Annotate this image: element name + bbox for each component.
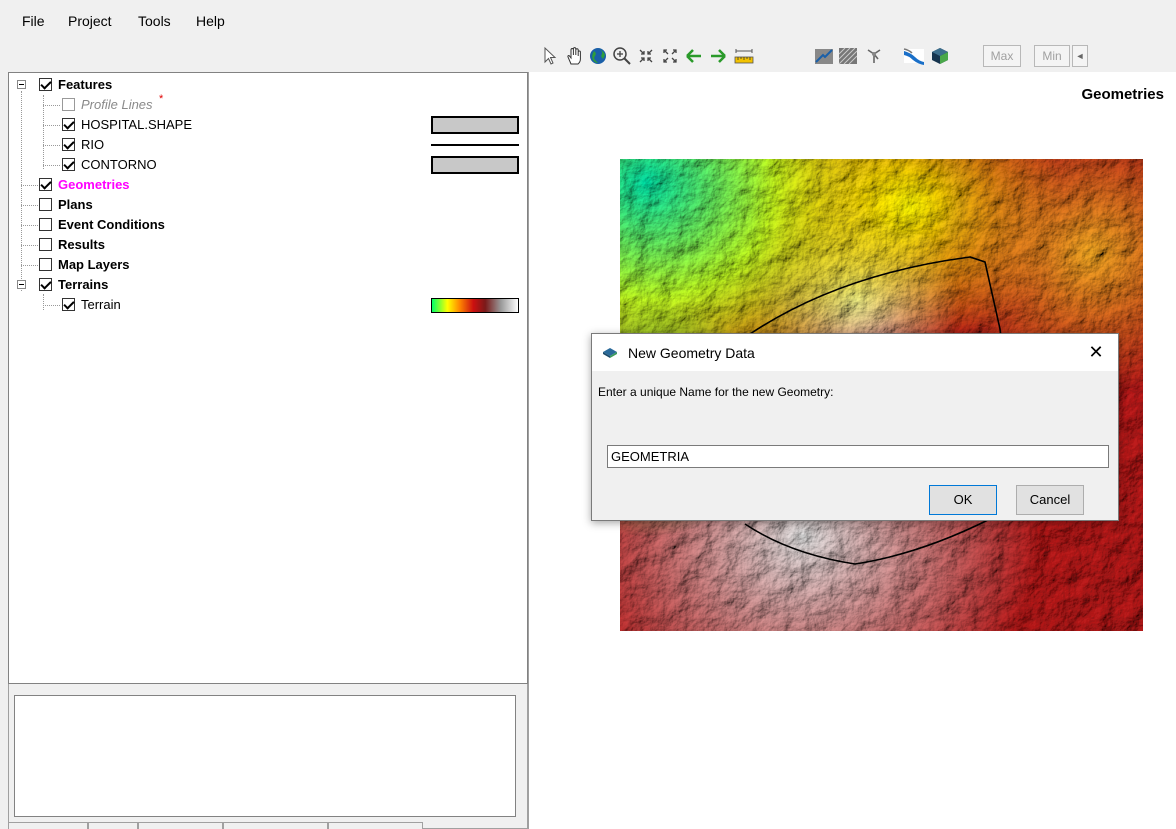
terrains-checkbox[interactable] [39,278,52,291]
map-layers-checkbox[interactable] [39,258,52,271]
bottom-tab[interactable] [223,822,328,829]
dialog-prompt: Enter a unique Name for the new Geometry… [598,385,834,399]
bottom-tab-strip [8,822,428,829]
info-textbox[interactable] [14,695,516,817]
plans-checkbox[interactable] [39,198,52,211]
geometry-app-icon [603,348,617,358]
features-checkbox[interactable] [39,78,52,91]
zoom-in-icon[interactable] [611,45,633,67]
scroll-left-button[interactable]: ◄ [1072,45,1088,67]
ok-button[interactable]: OK [929,485,997,515]
tree-node-hospital-shape[interactable]: HOSPITAL.SHAPE [9,115,519,135]
plans-label: Plans [58,197,93,212]
tree-node-rio[interactable]: RIO [9,135,519,155]
profile-line-icon[interactable] [813,45,835,67]
menu-file[interactable]: File [22,13,45,29]
globe-icon[interactable] [587,45,609,67]
polygon-legend-swatch [431,116,519,134]
menu-bar: File Project Tools Help [0,0,1176,42]
tree-node-terrain[interactable]: Terrain [9,295,519,315]
back-arrow-icon[interactable] [683,45,705,67]
menu-help[interactable]: Help [196,13,225,29]
map-toolbar: Max Min ◄ [537,42,1137,72]
zoom-out-icon[interactable] [635,45,657,67]
hospital-label: HOSPITAL.SHAPE [81,117,193,132]
profile-lines-label: Profile Lines [81,97,153,112]
layer-tree: Features Profile Lines * HOSPITAL.SHAPE … [8,72,528,684]
tree-node-results[interactable]: Results [9,235,509,255]
rio-checkbox[interactable] [62,138,75,151]
rotate-icon[interactable] [863,45,885,67]
collapse-toggle[interactable] [17,80,26,89]
menu-tools[interactable]: Tools [138,13,171,29]
tree-node-features[interactable]: Features [9,75,509,95]
contorno-label: CONTORNO [81,157,157,172]
line-legend-swatch [431,144,519,146]
max-button[interactable]: Max [983,45,1021,67]
measure-ruler-icon[interactable] [733,45,755,67]
terrain-color-ramp [431,298,519,313]
polygon-legend-swatch [431,156,519,174]
cancel-button[interactable]: Cancel [1016,485,1084,515]
new-geometry-dialog: New Geometry Data ✕ Enter a unique Name … [591,333,1119,521]
event-conditions-label: Event Conditions [58,217,165,232]
select-arrow-icon[interactable] [539,45,561,67]
forward-arrow-icon[interactable] [707,45,729,67]
results-label: Results [58,237,105,252]
terrain-label: Terrain [81,297,121,312]
river-icon[interactable] [903,45,925,67]
tree-node-profile-lines[interactable]: Profile Lines * [9,93,509,115]
results-checkbox[interactable] [39,238,52,251]
map-layer-title: Geometries [1081,86,1164,103]
contorno-checkbox[interactable] [62,158,75,171]
bottom-tab[interactable] [138,822,223,829]
event-conditions-checkbox[interactable] [39,218,52,231]
geometries-checkbox[interactable] [39,178,52,191]
terrains-label: Terrains [58,277,109,292]
rio-label: RIO [81,137,105,152]
tree-node-map-layers[interactable]: Map Layers [9,255,509,275]
hospital-checkbox[interactable] [62,118,75,131]
min-button[interactable]: Min [1034,45,1070,67]
dialog-titlebar[interactable]: New Geometry Data ✕ [592,334,1118,371]
geometry-name-input[interactable] [607,445,1109,468]
bottom-tab[interactable] [8,822,88,829]
menu-project[interactable]: Project [68,13,112,29]
bottom-tab[interactable] [328,822,423,829]
3d-cube-icon[interactable] [929,45,951,67]
map-layers-label: Map Layers [58,257,130,272]
collapse-toggle[interactable] [17,280,26,289]
close-icon[interactable]: ✕ [1084,339,1108,365]
terrain-checkbox[interactable] [62,298,75,311]
tree-node-terrains[interactable]: Terrains [9,275,509,295]
features-label: Features [58,77,113,92]
unsaved-marker: * [159,93,164,105]
tree-node-contorno[interactable]: CONTORNO [9,155,519,175]
raster-hatch-icon[interactable] [837,45,859,67]
geometries-label: Geometries [58,177,130,192]
profile-lines-checkbox[interactable] [62,98,75,111]
tree-node-event-conditions[interactable]: Event Conditions [9,215,509,235]
tree-node-geometries[interactable]: Geometries [9,175,509,195]
dialog-title: New Geometry Data [628,345,755,361]
zoom-extents-icon[interactable] [659,45,681,67]
tree-node-plans[interactable]: Plans [9,195,509,215]
bottom-tab[interactable] [88,822,138,829]
pan-hand-icon[interactable] [563,45,585,67]
